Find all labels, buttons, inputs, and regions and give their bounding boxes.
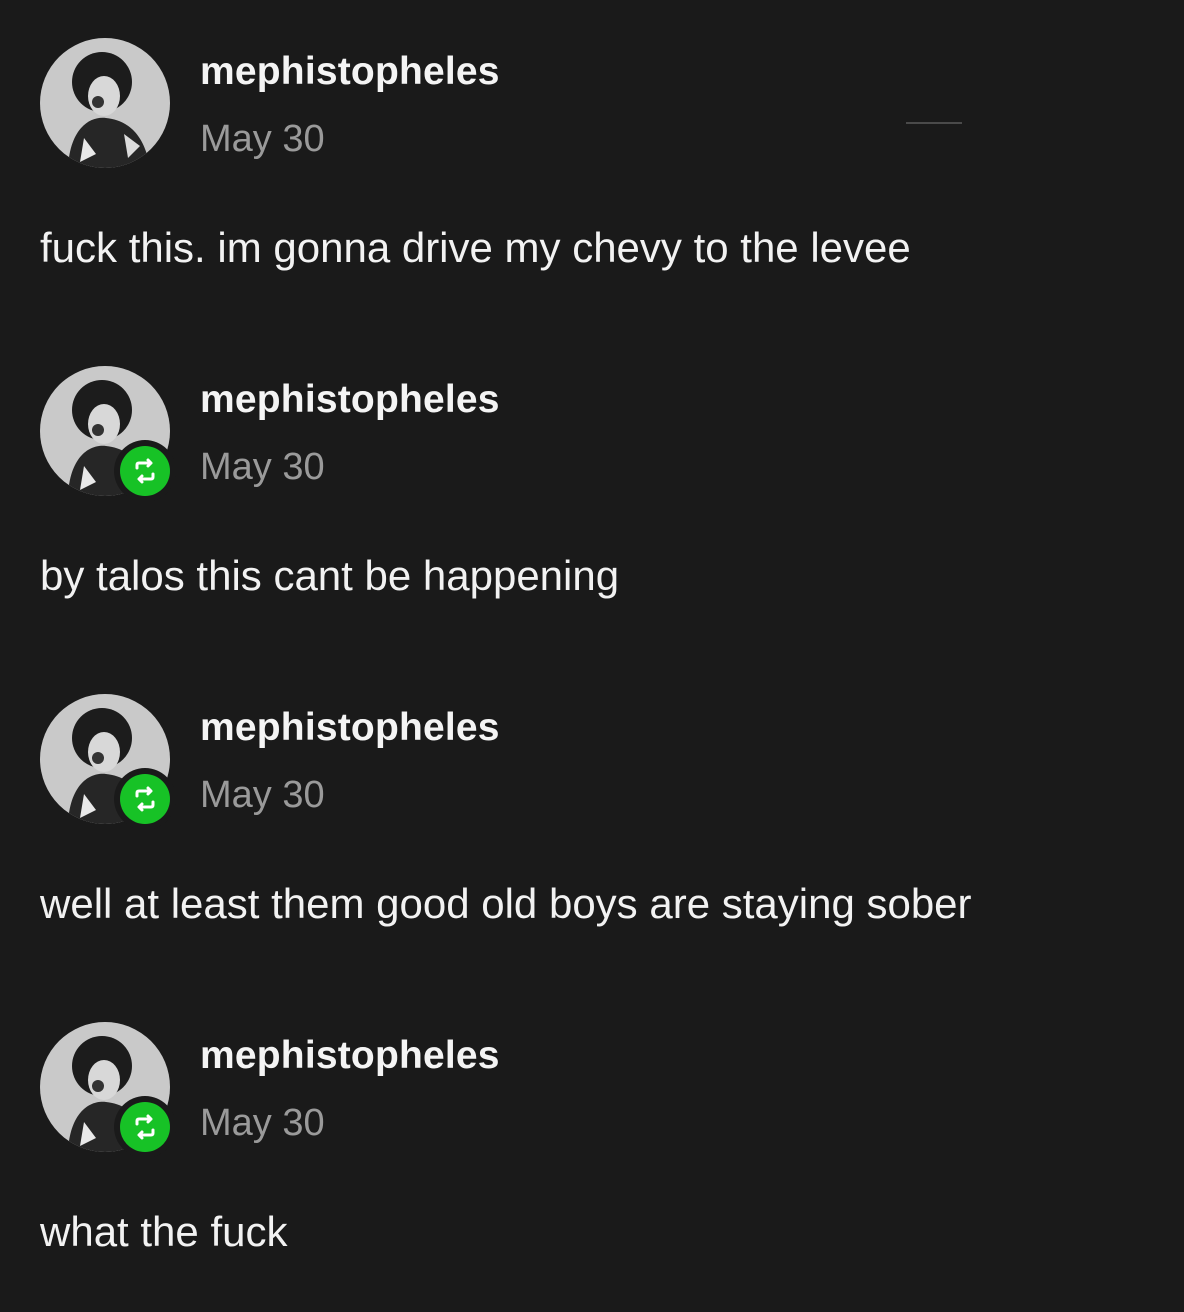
reblog-icon [135,1114,155,1140]
reblog-badge [114,440,176,502]
avatar[interactable] [40,38,170,168]
post-text: what the fuck [40,1208,288,1255]
post-date[interactable]: May 30 [200,118,325,161]
reblog-icon [135,786,155,812]
username[interactable]: mephistopheles [200,706,500,750]
divider [906,122,962,124]
post-text: well at least them good old boys are sta… [40,880,972,927]
post-2: mephistopheles May 30 by talos this cant… [0,328,1184,656]
username[interactable]: mephistopheles [200,1034,500,1078]
post-text: by talos this cant be happening [40,552,620,599]
post-text: fuck this. im gonna drive my chevy to th… [40,224,911,271]
avatar-image [40,38,170,168]
username[interactable]: mephistopheles [200,50,500,94]
post-3: mephistopheles May 30 well at least them… [0,656,1184,984]
reblog-badge [114,1096,176,1158]
post-1: mephistopheles May 30 fuck this. im gonn… [0,0,1184,328]
reblog-badge [114,768,176,830]
post-4: mephistopheles May 30 what the fuck [0,984,1184,1312]
reblog-icon [135,458,155,484]
post-date[interactable]: May 30 [200,1102,325,1145]
post-date[interactable]: May 30 [200,774,325,817]
username[interactable]: mephistopheles [200,378,500,422]
post-date[interactable]: May 30 [200,446,325,489]
